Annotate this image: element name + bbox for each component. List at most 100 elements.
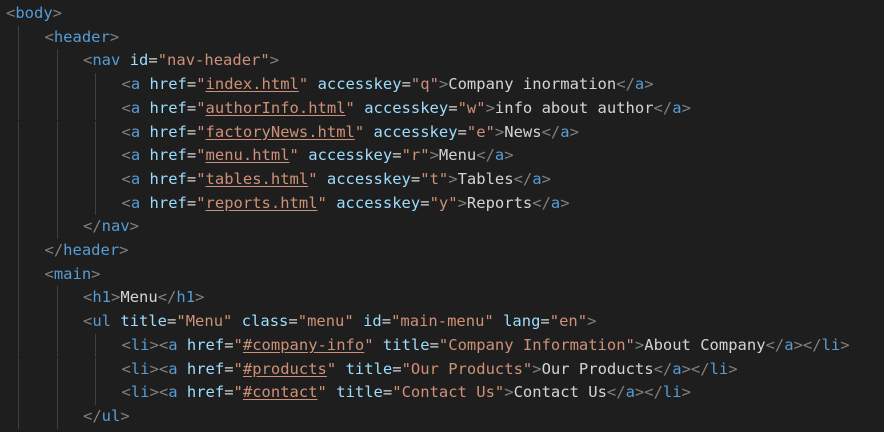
text-content: = xyxy=(401,75,411,94)
attribute-name: accesskey xyxy=(336,193,421,212)
link-target[interactable]: #contact xyxy=(243,383,318,401)
code-line[interactable]: <a href="menu.html" accesskey="r">Menu</… xyxy=(0,144,884,168)
attribute-value: "menu" xyxy=(297,312,354,331)
indent-guide xyxy=(18,215,19,239)
attribute-name: href xyxy=(149,146,187,165)
punctuation: </ xyxy=(532,193,551,212)
punctuation: < xyxy=(121,122,131,141)
link-target[interactable]: tables.html xyxy=(206,170,309,188)
text-content: = xyxy=(224,383,234,402)
attribute-value: " xyxy=(317,193,327,212)
punctuation: ></ xyxy=(681,359,710,378)
code-line[interactable]: <a href="factoryNews.html" accesskey="e"… xyxy=(0,120,884,145)
code-line[interactable]: <li><a href="#contact" title="Contact Us… xyxy=(0,381,884,405)
attribute-name: accesskey xyxy=(373,122,458,141)
tag-name: a xyxy=(550,193,561,212)
text-content: = xyxy=(448,98,458,117)
indent-guide xyxy=(18,73,19,97)
attribute-value: " xyxy=(196,98,206,117)
indent-guide xyxy=(18,262,19,287)
link-target[interactable]: index.html xyxy=(206,75,299,93)
text-content: = xyxy=(224,359,234,378)
punctuation: > xyxy=(52,4,63,22)
indent-guide xyxy=(18,333,19,358)
attribute-name: id xyxy=(129,51,149,70)
link-target[interactable]: menu.html xyxy=(206,146,290,164)
link-target[interactable]: #company-info xyxy=(243,336,364,354)
code-line[interactable]: </header> xyxy=(0,239,884,263)
code-line[interactable]: <li><a href="#products" title="Our Produ… xyxy=(0,357,884,382)
indent-guide xyxy=(18,120,19,145)
punctuation: >< xyxy=(149,359,169,378)
text-content: Reports xyxy=(466,193,533,212)
attribute-name: href xyxy=(186,335,225,354)
punctuation: </ xyxy=(513,169,533,188)
punctuation: > xyxy=(269,51,280,70)
text-content: = xyxy=(186,98,197,117)
code-text: <a href="authorInfo.html" accesskey="w">… xyxy=(122,97,691,121)
attribute-value: " xyxy=(196,146,206,165)
punctuation: > xyxy=(438,75,449,94)
code-line[interactable]: <ul title="Menu" class="menu" id="main-m… xyxy=(0,310,884,334)
link-target[interactable]: #products xyxy=(243,360,327,378)
code-text: <a href="reports.html" accesskey="y">Rep… xyxy=(122,192,570,216)
tag-name: li xyxy=(130,383,150,402)
punctuation: </ xyxy=(653,359,673,378)
punctuation: < xyxy=(83,312,93,331)
text-content xyxy=(140,194,149,212)
tag-name: a xyxy=(560,122,570,141)
code-line[interactable]: </ul> xyxy=(0,404,884,429)
code-line[interactable]: <nav id="nav-header"> xyxy=(0,49,884,74)
text-content: = xyxy=(429,335,439,354)
code-editor[interactable]: <body> <header> <nav id="nav-header"> <a hr… xyxy=(0,0,884,432)
indent-guide xyxy=(18,286,19,311)
code-line[interactable]: <a href="authorInfo.html" accesskey="w">… xyxy=(0,96,884,121)
tag-name: main xyxy=(53,264,92,283)
indent-guide xyxy=(18,96,19,121)
link-target[interactable]: reports.html xyxy=(206,194,318,212)
attribute-value: " xyxy=(233,335,243,354)
code-text: <li><a href="#company-info" title="Compa… xyxy=(122,334,850,358)
code-text: <a href="tables.html" accesskey="t">Tabl… xyxy=(122,168,551,192)
text-content: = xyxy=(410,169,421,188)
tag-name: a xyxy=(130,193,141,212)
indent-guide xyxy=(56,215,58,239)
attribute-name: href xyxy=(149,122,187,141)
tag-name: a xyxy=(532,169,542,188)
text-content: = xyxy=(186,122,197,141)
code-text: <a href="index.html" accesskey="q">Compa… xyxy=(122,73,654,97)
punctuation: < xyxy=(121,146,131,165)
code-line[interactable]: <a href="reports.html" accesskey="y">Rep… xyxy=(0,191,884,216)
attribute-value: "Company Information" xyxy=(438,335,635,354)
code-line[interactable]: <li><a href="#company-info" title="Compa… xyxy=(0,333,884,358)
code-line[interactable]: <a href="tables.html" accesskey="t">Tabl… xyxy=(0,167,884,192)
link-target[interactable]: factoryNews.html xyxy=(206,123,355,141)
code-text: <a href="factoryNews.html" accesskey="e"… xyxy=(122,121,579,145)
indent-guide xyxy=(56,96,58,121)
attribute-value: " xyxy=(233,383,243,402)
text-content: Menu xyxy=(438,146,477,165)
indent-guide xyxy=(56,404,58,429)
punctuation: > xyxy=(429,146,439,165)
code-line[interactable]: <body> xyxy=(0,2,884,26)
text-content xyxy=(355,99,364,117)
text-content xyxy=(318,170,327,188)
text-content: = xyxy=(382,383,393,402)
attribute-value: " xyxy=(233,359,243,378)
text-content xyxy=(327,383,336,401)
text-content: About Company xyxy=(644,335,766,354)
code-line[interactable]: <h1>Menu</h1> xyxy=(0,286,884,311)
indent-guide xyxy=(95,120,96,145)
attribute-value: "y" xyxy=(429,193,458,212)
attribute-value: " xyxy=(345,98,355,117)
link-target[interactable]: authorInfo.html xyxy=(206,99,346,117)
code-line[interactable]: <header> xyxy=(0,25,884,50)
punctuation: </ xyxy=(157,288,177,307)
text-content xyxy=(308,75,317,93)
text-content: = xyxy=(381,312,392,331)
text-content xyxy=(178,336,187,354)
text-content xyxy=(354,312,363,330)
code-line[interactable]: <a href="index.html" accesskey="q">Compa… xyxy=(0,73,884,97)
code-line[interactable]: </nav> xyxy=(0,215,884,239)
code-line[interactable]: <main> xyxy=(0,262,884,287)
